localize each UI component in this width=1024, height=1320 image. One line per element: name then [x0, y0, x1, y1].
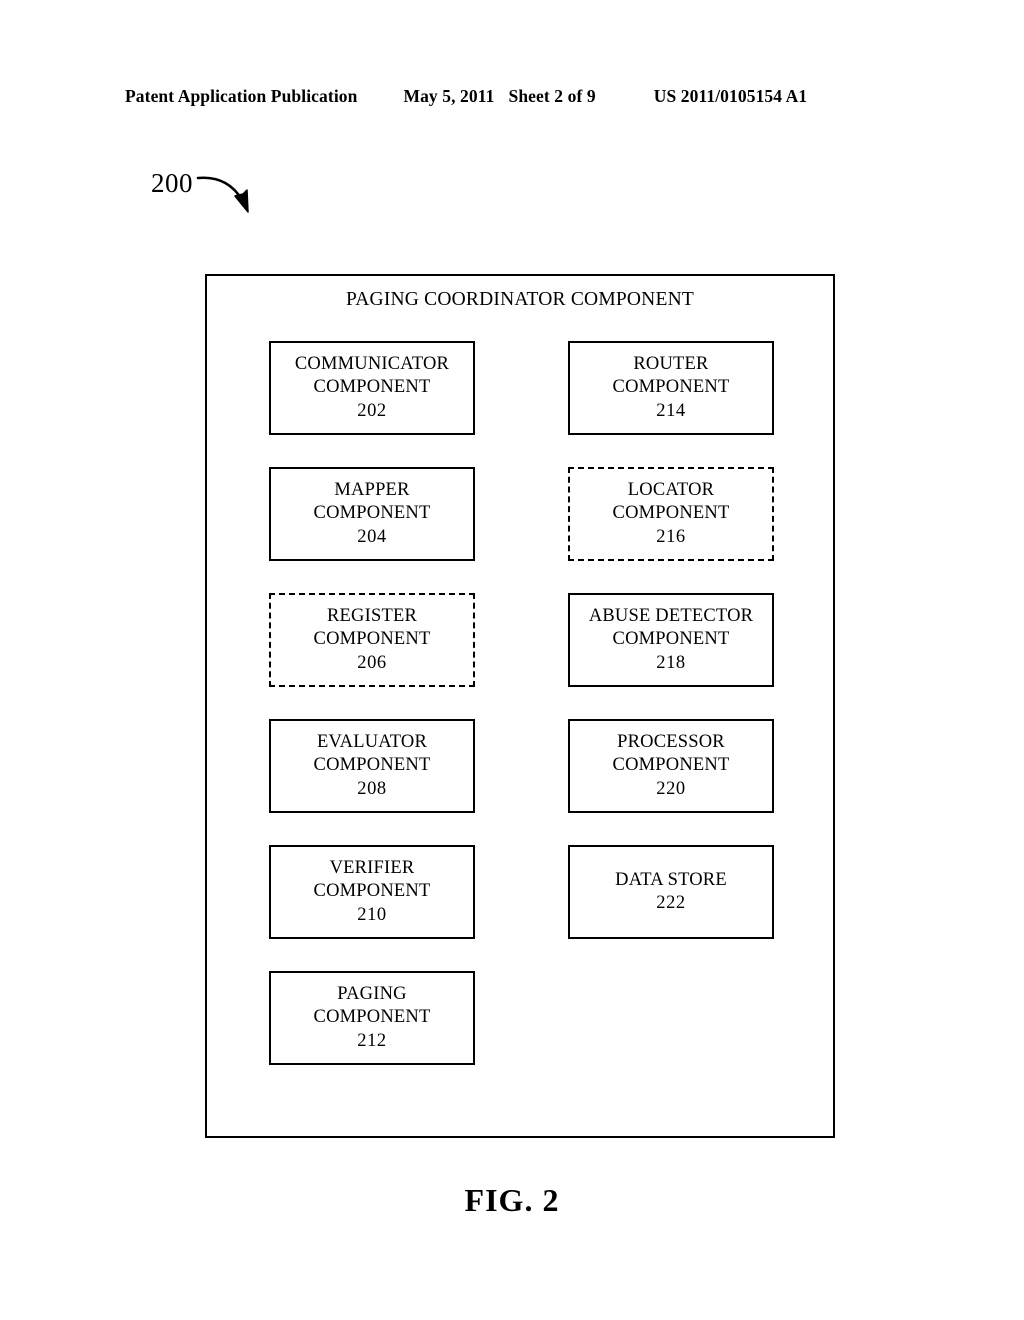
component-box-abuse-detector[interactable]: ABUSE DETECTOR COMPONENT 218: [568, 593, 774, 687]
component-numeral: 222: [656, 893, 686, 913]
component-numeral: 214: [656, 400, 686, 421]
figure-caption: FIG. 2: [464, 1182, 560, 1218]
component-type: COMPONENT: [313, 377, 431, 398]
component-box-communicator[interactable]: COMMUNICATOR COMPONENT 202: [269, 341, 475, 435]
component-name: COMMUNICATOR: [294, 354, 450, 375]
component-type: COMPONENT: [612, 503, 730, 524]
component-numeral: 220: [656, 778, 686, 799]
component-numeral: 202: [357, 400, 387, 421]
component-numeral: 218: [656, 652, 686, 673]
component-type: COMPONENT: [313, 881, 431, 902]
component-name: VERIFIER: [329, 858, 415, 879]
page-header: Patent Application Publication May 5, 20…: [125, 86, 885, 107]
component-box-register[interactable]: REGISTER COMPONENT 206: [269, 593, 475, 687]
component-numeral: 212: [357, 1030, 387, 1051]
header-patent-number: US 2011/0105154 A1: [653, 86, 808, 106]
component-type: COMPONENT: [313, 755, 431, 776]
component-type: COMPONENT: [313, 629, 431, 650]
component-numeral: 216: [656, 526, 686, 547]
component-name: EVALUATOR: [316, 732, 428, 753]
component-box-paging[interactable]: PAGING COMPONENT 212: [269, 971, 475, 1065]
right-component-column: ROUTER COMPONENT 214 LOCATOR COMPONENT 2…: [568, 341, 774, 971]
component-type: COMPONENT: [313, 1007, 431, 1028]
component-box-verifier[interactable]: VERIFIER COMPONENT 210: [269, 845, 475, 939]
container-title: PAGING COORDINATOR COMPONENT: [346, 289, 694, 310]
curved-arrow-icon: [196, 176, 249, 213]
component-numeral: 210: [357, 904, 387, 925]
component-name: REGISTER: [327, 606, 417, 627]
figure-reference-numeral: 200: [151, 168, 193, 198]
component-numeral: 208: [357, 778, 387, 799]
component-box-locator[interactable]: LOCATOR COMPONENT 216: [568, 467, 774, 561]
component-box-router[interactable]: ROUTER COMPONENT 214: [568, 341, 774, 435]
component-name: ROUTER: [633, 354, 709, 375]
component-numeral: 206: [357, 652, 387, 673]
component-type: COMPONENT: [612, 377, 730, 398]
header-publication-label: Patent Application Publication: [125, 86, 358, 106]
header-date-label: May 5, 2011: [403, 86, 495, 106]
component-name: PROCESSOR: [617, 732, 725, 753]
component-box-evaluator[interactable]: EVALUATOR COMPONENT 208: [269, 719, 475, 813]
component-name: ABUSE DETECTOR: [588, 606, 754, 627]
component-type: COMPONENT: [612, 755, 730, 776]
component-type: COMPONENT: [313, 503, 431, 524]
component-numeral: 204: [357, 526, 387, 547]
component-box-mapper[interactable]: MAPPER COMPONENT 204: [269, 467, 475, 561]
component-type: COMPONENT: [612, 629, 730, 650]
component-name: PAGING: [337, 984, 407, 1005]
left-component-column: COMMUNICATOR COMPONENT 202 MAPPER COMPON…: [269, 341, 475, 1097]
component-name: LOCATOR: [627, 480, 715, 501]
paging-coordinator-container: PAGING COORDINATOR COMPONENT COMMUNICATO…: [205, 274, 835, 1138]
component-name: DATA STORE: [615, 869, 727, 890]
component-name: MAPPER: [334, 480, 410, 501]
component-box-processor[interactable]: PROCESSOR COMPONENT 220: [568, 719, 774, 813]
component-box-data-store[interactable]: DATA STORE 222: [568, 845, 774, 939]
header-sheet-label: Sheet 2 of 9: [508, 86, 596, 106]
